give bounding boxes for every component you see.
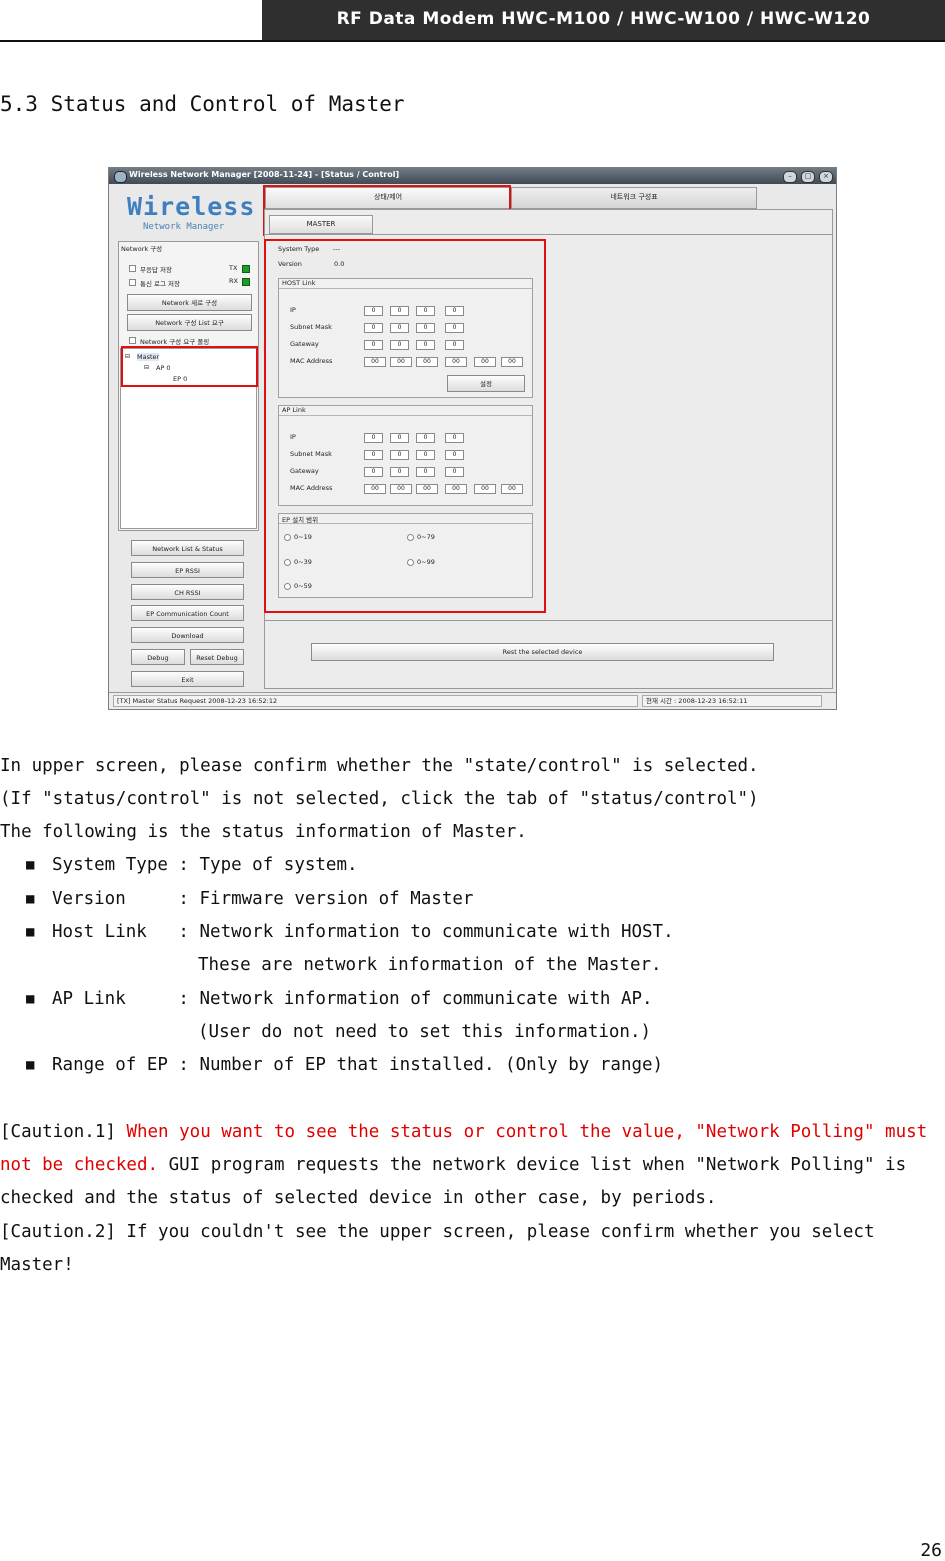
- bullet-system-type: System Type : Type of system.: [52, 855, 358, 875]
- paragraph-3: The following is the status information …: [0, 822, 527, 842]
- section-title: 5.3 Status and Control of Master: [0, 92, 405, 116]
- exit-button[interactable]: Exit: [131, 671, 244, 687]
- response-save-checkbox[interactable]: [129, 265, 136, 272]
- bullet-range-ep: Range of EP : Number of EP that installe…: [52, 1055, 664, 1075]
- window-title: Wireless Network Manager [2008-11-24] - …: [129, 170, 400, 179]
- rx-led-icon: [242, 278, 250, 286]
- rx-label: RX: [229, 277, 238, 285]
- tx-led-icon: [242, 265, 250, 273]
- bullet-icon: ■: [26, 857, 35, 873]
- bullet-host-link: Host Link : Network information to commu…: [52, 922, 674, 942]
- bullet-ap-link: AP Link : Network information of communi…: [52, 989, 653, 1009]
- log-save-label: 통신 로그 저장: [140, 280, 181, 288]
- paragraph-1: In upper screen, please confirm whether …: [0, 756, 759, 776]
- header-title: RF Data Modem HWC-M100 / HWC-W100 / HWC-…: [336, 9, 871, 29]
- tab-network-config[interactable]: 네트워크 구성표: [511, 187, 757, 209]
- list-request-button[interactable]: Network 구성 List 요구: [127, 314, 252, 331]
- header-rule: [0, 40, 945, 42]
- status-bar: [TX] Master Status Request 2008-12-23 16…: [109, 692, 836, 709]
- network-config-title: Network 구성: [121, 245, 163, 253]
- caution-2-line-2: Master!: [0, 1255, 74, 1275]
- app-logo: Wireless: [127, 192, 256, 221]
- debug-button[interactable]: Debug: [131, 649, 185, 665]
- content-divider: [265, 620, 832, 621]
- maximize-icon[interactable]: □: [801, 171, 815, 183]
- window-titlebar: Wireless Network Manager [2008-11-24] - …: [109, 168, 836, 184]
- bullet-icon: ■: [26, 1057, 35, 1073]
- caution-1-warning-cont: not be checked.: [0, 1155, 159, 1175]
- response-save-label: 무응답 저장: [140, 266, 172, 274]
- highlight-master-tree: [121, 346, 258, 387]
- caution-1-warning: When you want to see the status or contr…: [126, 1122, 928, 1142]
- network-list-button[interactable]: Network List & Status: [131, 540, 244, 556]
- polling-label: Network 구성 요구 폴링: [140, 338, 210, 346]
- status-message: [TX] Master Status Request 2008-12-23 16…: [113, 695, 638, 707]
- reset-debug-button[interactable]: Reset Debug: [190, 649, 244, 665]
- bullet-icon: ■: [26, 891, 35, 907]
- app-screenshot: Wireless Network Manager [2008-11-24] - …: [108, 167, 837, 710]
- new-network-button[interactable]: Network 새로 구성: [127, 294, 252, 311]
- app-logo-subtitle: Network Manager: [143, 222, 225, 232]
- tab-divider: [265, 234, 832, 235]
- caution-1-line-2: not be checked. GUI program requests the…: [0, 1155, 906, 1175]
- polling-checkbox[interactable]: [129, 337, 136, 344]
- app-icon: [114, 171, 127, 183]
- caution-2-line-1: [Caution.2] If you couldn't see the uppe…: [0, 1222, 875, 1242]
- rest-selected-device-button[interactable]: Rest the selected device: [311, 643, 774, 661]
- bullet-icon: ■: [26, 991, 35, 1007]
- minimize-icon[interactable]: –: [783, 171, 797, 183]
- status-time: 현재 시간 : 2008-12-23 16:52:11: [642, 695, 822, 707]
- download-button[interactable]: Download: [131, 627, 244, 643]
- close-icon[interactable]: ×: [819, 171, 833, 183]
- ch-rssi-button[interactable]: CH RSSI: [131, 584, 244, 600]
- caution-1-line-1: [Caution.1] When you want to see the sta…: [0, 1122, 927, 1142]
- caution-1-text: GUI program requests the network device …: [168, 1155, 907, 1175]
- page-number: 26: [920, 1540, 942, 1561]
- caution-1-line-3: checked and the status of selected devic…: [0, 1188, 717, 1208]
- tx-label: TX: [229, 264, 238, 272]
- bullet-host-link-cont: These are network information of the Mas…: [198, 955, 662, 975]
- tab-master[interactable]: MASTER: [269, 215, 373, 234]
- bullet-icon: ■: [26, 924, 35, 940]
- log-save-checkbox[interactable]: [129, 279, 136, 286]
- paragraph-2: (If "status/control" is not selected, cl…: [0, 789, 759, 809]
- caution-1-label: [Caution.1]: [0, 1122, 116, 1142]
- bullet-version: Version : Firmware version of Master: [52, 889, 474, 909]
- ep-rssi-button[interactable]: EP RSSI: [131, 562, 244, 578]
- bullet-ap-link-cont: (User do not need to set this informatio…: [198, 1022, 652, 1042]
- ep-comm-count-button[interactable]: EP Communication Count: [131, 605, 244, 621]
- highlight-status-info: [264, 239, 546, 613]
